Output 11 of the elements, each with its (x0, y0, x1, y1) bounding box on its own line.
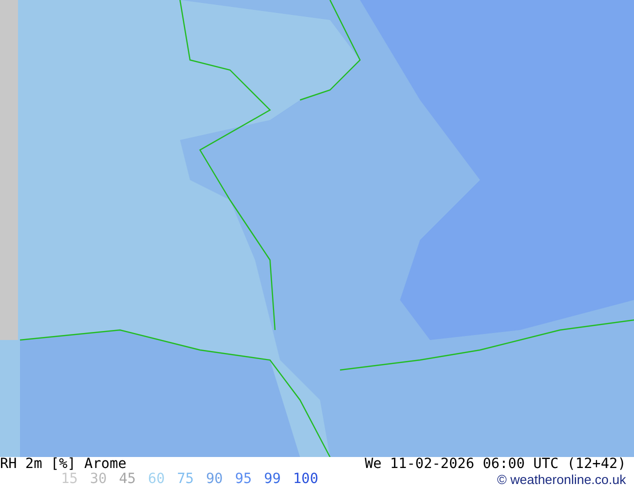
legend-value: 100 (293, 472, 320, 487)
legend-value: 30 (90, 472, 108, 487)
copyright-text: © weatheronline.co.uk (497, 472, 626, 487)
legend-value: 75 (177, 472, 195, 487)
legend-value: 45 (119, 472, 137, 487)
legend-value: 60 (148, 472, 166, 487)
legend-value: 90 (206, 472, 224, 487)
legend-value: 95 (235, 472, 253, 487)
forecast-datetime: We 11-02-2026 06:00 UTC (12+42) (364, 457, 626, 472)
legend-value: 99 (264, 472, 282, 487)
map-title: RH 2m [%] Arome (0, 457, 128, 472)
